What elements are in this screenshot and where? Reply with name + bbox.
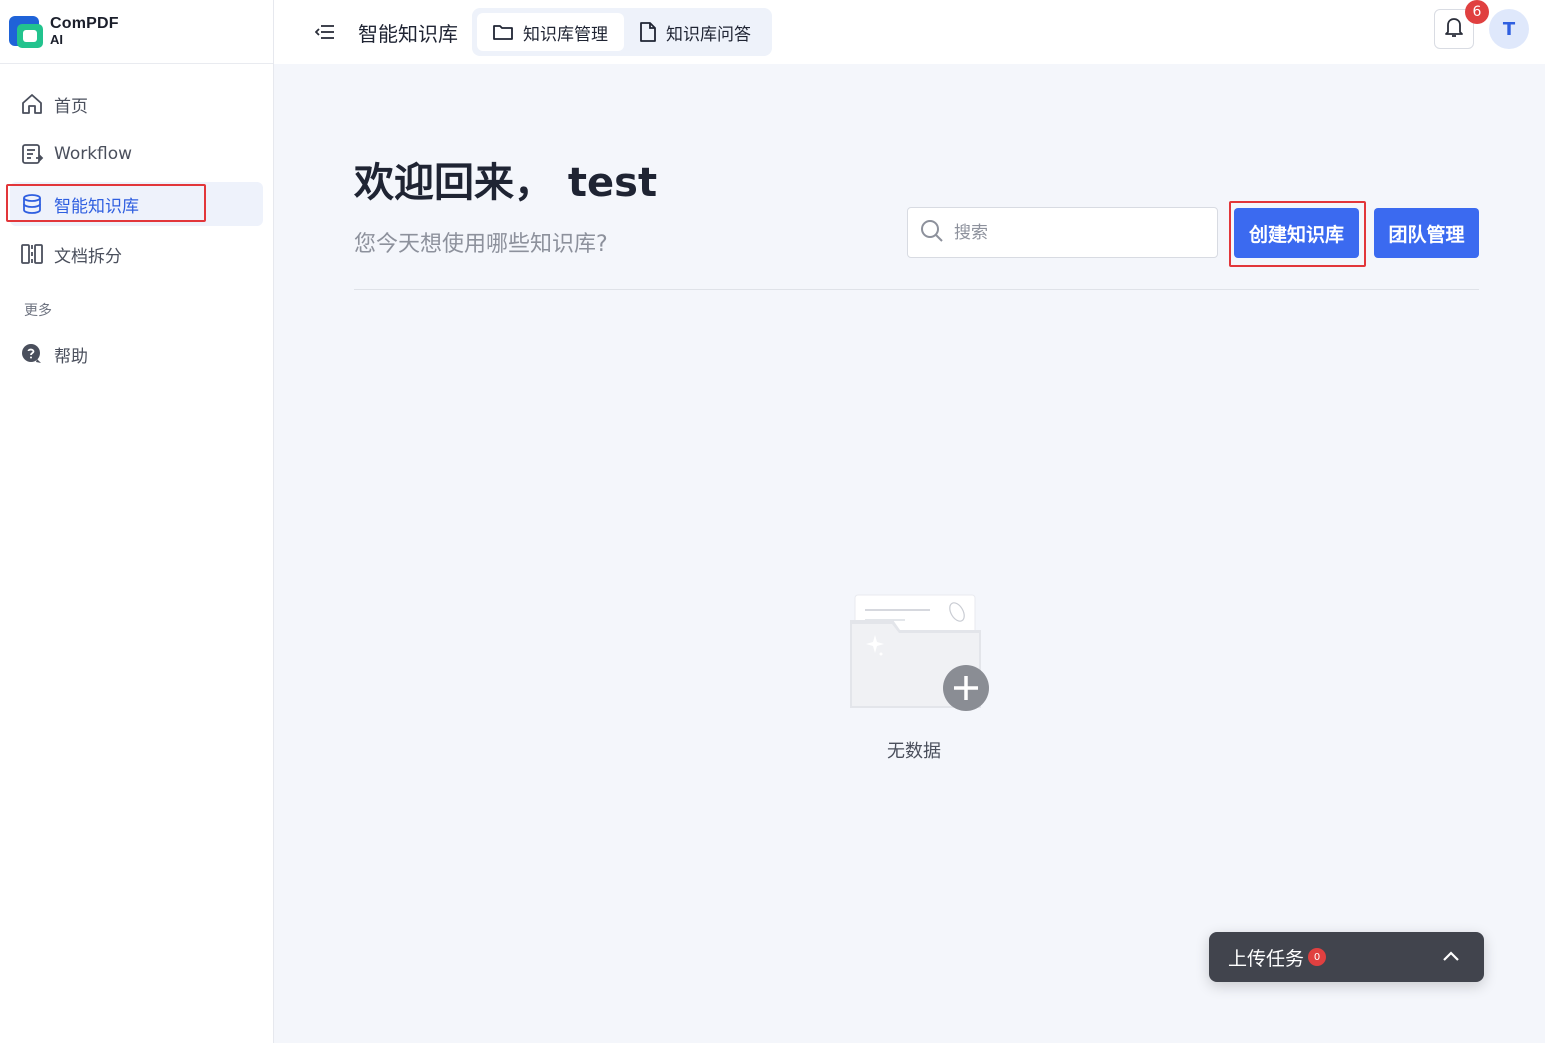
upload-task-panel[interactable]: 上传任务 0 (1209, 932, 1484, 982)
logo-title: ComPDF (50, 14, 119, 32)
avatar[interactable]: T (1489, 9, 1529, 49)
sidebar-item-home[interactable]: 首页 (10, 82, 263, 126)
divider (354, 289, 1479, 290)
tab-label: 知识库问答 (666, 24, 751, 45)
sidebar-item-help[interactable]: 帮助 (10, 332, 263, 376)
sidebar-item-label: 文档拆分 (54, 246, 122, 267)
chevron-up-icon[interactable] (1442, 947, 1460, 966)
sidebar: ComPDF AI 首页 Workflow 智能知识库 文档拆分 更多 帮助 (0, 0, 274, 1043)
sidebar-item-knowledge-base[interactable]: 智能知识库 (6, 182, 263, 226)
sidebar-item-label: 首页 (54, 96, 88, 117)
sidebar-item-doc-split[interactable]: 文档拆分 (10, 232, 263, 276)
welcome-heading: 欢迎回来， test (354, 160, 658, 206)
split-icon (20, 242, 44, 266)
create-knowledge-base-button[interactable]: 创建知识库 (1234, 208, 1359, 258)
sidebar-nav: 首页 Workflow 智能知识库 文档拆分 更多 帮助 (0, 64, 273, 376)
search-icon (920, 219, 944, 247)
tab-bar: 知识库管理 知识库问答 (472, 8, 772, 56)
sidebar-item-label: 帮助 (54, 346, 88, 367)
logo-subtitle: AI (50, 31, 63, 47)
sidebar-item-workflow[interactable]: Workflow (10, 132, 263, 176)
bell-icon (1444, 16, 1464, 42)
team-management-button[interactable]: 团队管理 (1374, 208, 1479, 258)
tab-kb-qa[interactable]: 知识库问答 (624, 13, 767, 51)
search-box[interactable] (907, 207, 1218, 258)
workflow-icon (20, 142, 44, 166)
notification-badge: 6 (1465, 0, 1489, 24)
tab-kb-management[interactable]: 知识库管理 (477, 13, 624, 51)
folder-icon (493, 23, 513, 41)
page-title: 智能知识库 (358, 21, 458, 46)
welcome-subtitle: 您今天想使用哪些知识库? (354, 232, 608, 257)
home-icon (20, 92, 44, 116)
menu-collapse-icon[interactable] (312, 19, 338, 45)
upload-task-count-badge: 0 (1308, 948, 1327, 966)
search-input[interactable] (954, 222, 1204, 243)
empty-folder-icon (845, 590, 995, 725)
logo[interactable]: ComPDF AI (0, 0, 273, 64)
upload-task-label: 上传任务 (1228, 947, 1305, 970)
compdf-logo-icon (9, 14, 45, 50)
section-label-more: 更多 (24, 303, 52, 319)
top-header: 智能知识库 知识库管理 知识库问答 6 T (274, 0, 1545, 64)
highlight-box (6, 184, 206, 222)
help-icon (20, 342, 44, 366)
empty-state: 无数据 (887, 737, 941, 763)
tab-label: 知识库管理 (523, 24, 608, 45)
sidebar-item-label: Workflow (54, 144, 133, 164)
file-icon (640, 22, 656, 42)
empty-text: 无数据 (887, 741, 941, 762)
